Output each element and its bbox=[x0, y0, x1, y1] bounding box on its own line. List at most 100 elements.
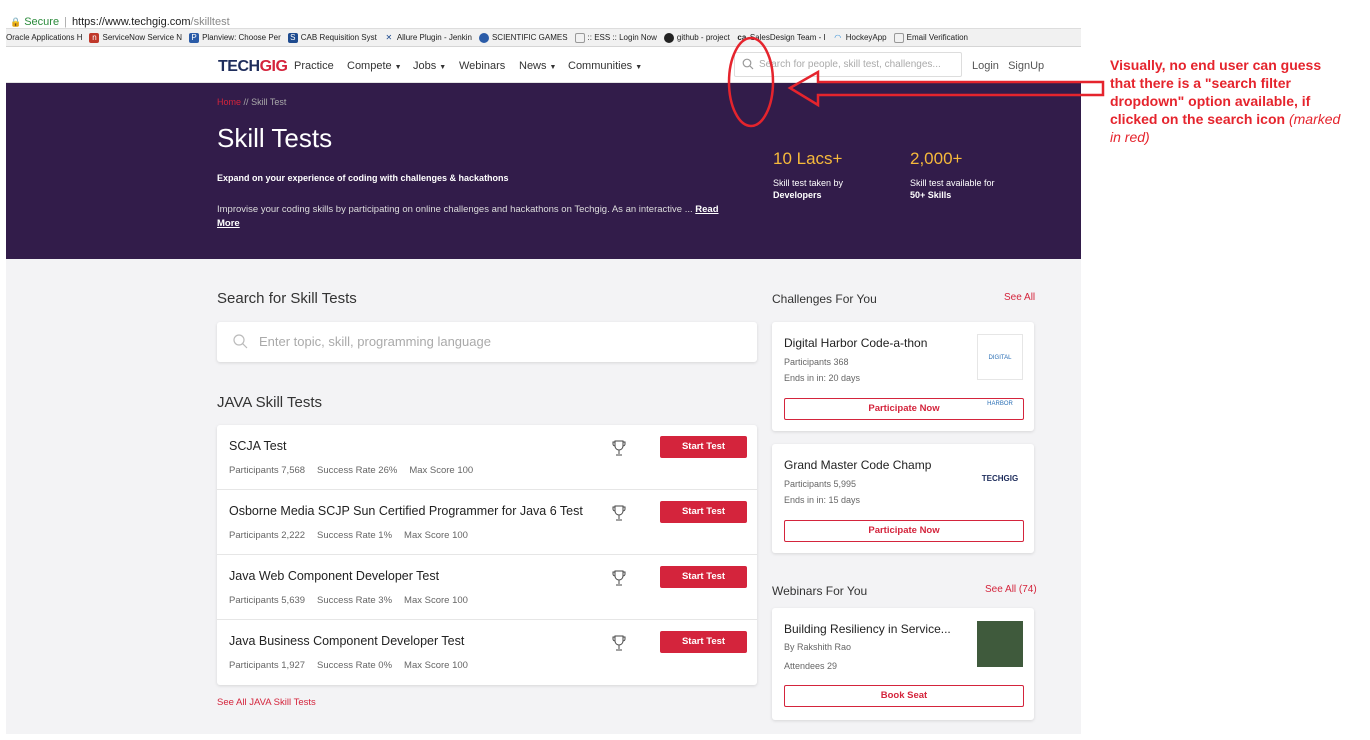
global-search-input[interactable]: Search for people, skill test, challenge… bbox=[734, 52, 962, 77]
lock-icon: 🔒 bbox=[10, 16, 22, 27]
nav-practice[interactable]: Practice bbox=[294, 60, 334, 72]
trophy-icon bbox=[612, 635, 626, 651]
participate-now-button[interactable]: Participate Now bbox=[784, 398, 1024, 420]
caret-down-icon: ▼ bbox=[439, 64, 447, 71]
challenge-ends: Ends in in: 15 days bbox=[784, 495, 861, 505]
secure-label: Secure bbox=[24, 16, 60, 28]
test-name[interactable]: Java Web Component Developer Test bbox=[229, 569, 439, 583]
address-separator: | bbox=[64, 16, 67, 28]
trophy-icon bbox=[612, 440, 626, 456]
webinar-thumbnail bbox=[977, 621, 1023, 667]
breadcrumb-home[interactable]: Home bbox=[217, 97, 241, 107]
signup-link[interactable]: SignUp bbox=[1008, 60, 1044, 72]
test-row: Java Web Component Developer Test Partic… bbox=[217, 555, 757, 620]
webinars-see-all-link[interactable]: See All (74) bbox=[985, 584, 1037, 595]
trophy-icon bbox=[612, 505, 626, 521]
page-icon bbox=[893, 32, 904, 43]
test-name[interactable]: SCJA Test bbox=[229, 439, 286, 453]
test-success-rate: Success Rate 0% bbox=[317, 660, 393, 671]
start-test-button[interactable]: Start Test bbox=[660, 436, 747, 458]
hockeyapp-icon: ◠ bbox=[834, 32, 842, 42]
stat-caption: Skill test available for 50+ Skills bbox=[910, 177, 995, 201]
test-meta: Participants 2,222 Success Rate 1% Max Sco… bbox=[229, 530, 480, 541]
techgig-logo[interactable]: TECHGIG bbox=[218, 58, 288, 76]
nav-compete[interactable]: Compete ▼ bbox=[347, 60, 402, 72]
bookmark-github[interactable]: github - project bbox=[663, 32, 730, 43]
test-participants: Participants 7,568 bbox=[229, 465, 306, 476]
webinars-heading: Webinars For You bbox=[772, 584, 868, 598]
challenge-participants: Participants 5,995 bbox=[784, 479, 857, 489]
search-icon bbox=[233, 334, 248, 349]
test-row: Java Business Component Developer Test P… bbox=[217, 620, 757, 685]
url-host: https://www.techgig.com bbox=[71, 16, 191, 28]
webinar-card: Building Resiliency in Service... By Rak… bbox=[772, 608, 1034, 720]
see-all-java-link[interactable]: See All JAVA Skill Tests bbox=[217, 697, 316, 708]
bookmark-ess[interactable]: :: ESS :: Login Now bbox=[574, 32, 657, 43]
nav-news[interactable]: News ▼ bbox=[519, 60, 556, 72]
bookmark-label: :: ESS :: Login Now bbox=[587, 33, 657, 42]
caret-down-icon: ▼ bbox=[635, 64, 643, 71]
stat-caption-bold: 50+ Skills bbox=[910, 190, 952, 200]
bookmarks-bar: Oracle Applications H n ServiceNow Servic… bbox=[6, 29, 1081, 47]
bookmark-scientific-games[interactable]: SCIENTIFIC GAMES bbox=[478, 32, 568, 43]
nav-label: Webinars bbox=[459, 60, 506, 72]
bookmark-label: CAB Requisition Syst bbox=[300, 33, 377, 42]
challenge-ends: Ends in in: 20 days bbox=[784, 373, 861, 383]
auth-links: Login SignUp bbox=[972, 60, 1044, 72]
servicenow-icon: n bbox=[89, 32, 100, 43]
hero-banner: Home // Skill Test Skill Tests Expand on… bbox=[6, 83, 1081, 259]
nav-label: Practice bbox=[294, 60, 334, 72]
nav-jobs[interactable]: Jobs ▼ bbox=[413, 60, 446, 72]
skill-search-input[interactable]: Enter topic, skill, programming language bbox=[217, 322, 757, 362]
bookmark-allure[interactable]: ✕ Allure Plugin - Jenkin bbox=[384, 33, 472, 43]
test-participants: Participants 2,222 bbox=[229, 530, 306, 541]
bookmark-servicenow[interactable]: n ServiceNow Service N bbox=[89, 32, 183, 43]
bookmark-label: Allure Plugin - Jenkin bbox=[396, 33, 472, 42]
test-name[interactable]: Osborne Media SCJP Sun Certified Program… bbox=[229, 504, 583, 518]
test-max-score: Max Score 100 bbox=[404, 660, 468, 671]
stat-caption-line: Skill test taken by bbox=[773, 178, 844, 188]
bookmark-oracle[interactable]: Oracle Applications H bbox=[6, 33, 82, 42]
bookmark-planview[interactable]: P Planview: Choose Per bbox=[189, 32, 281, 43]
bookmark-label: ServiceNow Service N bbox=[102, 33, 183, 42]
caret-down-icon: ▼ bbox=[394, 64, 402, 71]
nav-label: News bbox=[519, 60, 547, 72]
challenge-title[interactable]: Digital Harbor Code-a-thon bbox=[784, 336, 927, 350]
challenges-see-all-link[interactable]: See All bbox=[1004, 292, 1035, 303]
breadcrumb-separator: // bbox=[243, 97, 249, 107]
start-test-button[interactable]: Start Test bbox=[660, 566, 747, 588]
allure-icon: ✕ bbox=[385, 32, 393, 42]
planview-icon: P bbox=[189, 32, 200, 43]
page-description: Improvise your coding skills by particip… bbox=[217, 203, 737, 231]
test-participants: Participants 1,927 bbox=[229, 660, 306, 671]
breadcrumb: Home // Skill Test bbox=[217, 97, 286, 107]
challenge-title[interactable]: Grand Master Code Champ bbox=[784, 458, 931, 472]
nav-communities[interactable]: Communities ▼ bbox=[568, 60, 642, 72]
start-test-button[interactable]: Start Test bbox=[660, 501, 747, 523]
start-test-button[interactable]: Start Test bbox=[660, 631, 747, 653]
browser-screenshot: 🔒 Secure | https://www.techgig.com /skil… bbox=[6, 16, 1081, 734]
test-row: SCJA Test Participants 7,568 Success Rate… bbox=[217, 425, 757, 490]
bookmark-hockeyapp[interactable]: ◠ HockeyApp bbox=[833, 32, 887, 43]
address-bar[interactable]: 🔒 Secure | https://www.techgig.com /skil… bbox=[6, 16, 1081, 29]
challenge-card: Digital Harbor Code-a-thon Participants … bbox=[772, 322, 1034, 431]
bookmark-email[interactable]: Email Verification bbox=[893, 32, 968, 43]
bookmark-cab[interactable]: S CAB Requisition Syst bbox=[287, 32, 377, 43]
bookmark-label: HockeyApp bbox=[845, 33, 887, 42]
book-seat-button[interactable]: Book Seat bbox=[784, 685, 1024, 707]
test-name[interactable]: Java Business Component Developer Test bbox=[229, 634, 464, 648]
test-meta: Participants 5,639 Success Rate 3% Max Sco… bbox=[229, 595, 480, 606]
test-success-rate: Success Rate 1% bbox=[317, 530, 393, 541]
description-text: Improvise your coding skills by particip… bbox=[217, 204, 693, 215]
bookmark-salesdesign[interactable]: ca SalesDesign Team - I bbox=[737, 33, 826, 43]
login-link[interactable]: Login bbox=[972, 60, 999, 72]
bookmark-label: SalesDesign Team - I bbox=[749, 33, 826, 42]
nav-webinars[interactable]: Webinars bbox=[459, 60, 505, 72]
participate-now-button[interactable]: Participate Now bbox=[784, 520, 1024, 542]
search-icon[interactable] bbox=[742, 58, 754, 70]
webinar-title[interactable]: Building Resiliency in Service... bbox=[784, 622, 951, 636]
test-max-score: Max Score 100 bbox=[404, 595, 468, 606]
bookmark-label: github - project bbox=[676, 33, 730, 42]
test-meta: Participants 1,927 Success Rate 0% Max Sco… bbox=[229, 660, 480, 671]
nav-label: Communities bbox=[568, 60, 633, 72]
